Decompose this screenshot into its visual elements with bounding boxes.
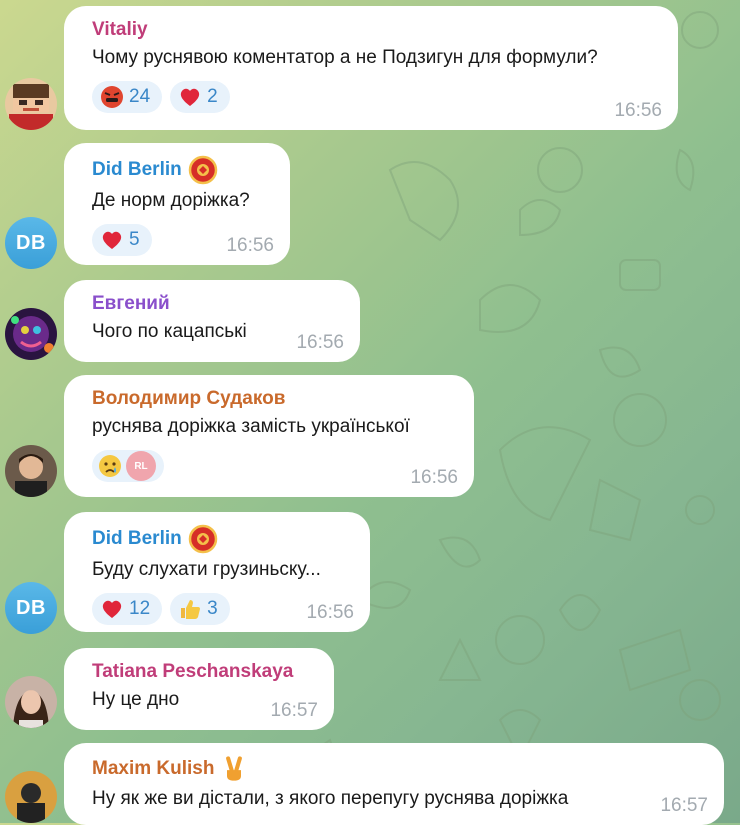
message-text: Ну як же ви дістали, з якого перепугу ру…	[92, 788, 569, 809]
message-bubble: Володимир Судаков руснява доріжка заміст…	[64, 375, 474, 497]
angry-face-icon	[101, 86, 123, 108]
avatar[interactable]: DB	[5, 217, 57, 269]
message-text: Чому руснявою коментатор а не Подзигун д…	[92, 47, 598, 68]
reaction-crying[interactable]: RL	[92, 450, 164, 482]
thumbs-up-icon	[181, 600, 201, 619]
message-bubble: Tatiana Peschanskaya Ну це дно 16:57	[64, 648, 334, 730]
reaction-list: RL	[92, 450, 458, 482]
reaction-heart[interactable]: 12	[92, 593, 163, 625]
avatar[interactable]	[5, 676, 57, 728]
reaction-heart[interactable]: 2	[170, 81, 230, 113]
avatar[interactable]	[5, 308, 57, 360]
message-time: 16:56	[296, 332, 344, 353]
message-time: 16:56	[226, 235, 274, 256]
sender-name[interactable]: Maxim Kulish	[92, 755, 708, 783]
reaction-count: 2	[207, 86, 218, 107]
reaction-list: 24 2	[92, 81, 662, 113]
message-time: 16:57	[270, 700, 318, 721]
avatar[interactable]	[5, 78, 57, 130]
victory-hand-icon	[226, 756, 243, 781]
sender-name[interactable]: Tatiana Peschanskaya	[92, 660, 318, 684]
message-bubble: Vitaliy Чому руснявою коментатор а не По…	[64, 6, 678, 130]
avatar[interactable]	[5, 445, 57, 497]
message-text: Де норм доріжка?	[92, 190, 250, 211]
message-bubble: Maxim Kulish Ну як же ви дістали, з яког…	[64, 743, 724, 825]
message-time: 16:56	[306, 602, 354, 623]
avatar[interactable]	[5, 771, 57, 823]
reaction-count: 24	[129, 86, 151, 107]
reaction-count: 5	[129, 229, 140, 250]
sender-name[interactable]: Vitaliy	[92, 18, 662, 42]
reaction-count: 3	[207, 598, 218, 619]
sender-name[interactable]: Евгений	[92, 292, 344, 316]
red-heart-icon	[102, 231, 122, 249]
reaction-angry[interactable]: 24	[92, 81, 163, 113]
message-bubble: Did Berlin Буду слухати грузиньску... 12	[64, 512, 370, 632]
reactor-avatar: RL	[126, 451, 156, 481]
sender-name[interactable]: Did Berlin	[92, 155, 274, 185]
club-badge-icon	[188, 524, 217, 554]
message-bubble: Евгений Чого по кацапські 16:56	[64, 280, 360, 362]
sender-name[interactable]: Did Berlin	[92, 524, 354, 554]
crying-face-icon	[99, 455, 121, 477]
red-heart-icon	[102, 600, 122, 618]
club-badge-icon	[188, 155, 217, 185]
message-time: 16:57	[660, 795, 708, 816]
avatar[interactable]: DB	[5, 582, 57, 634]
red-heart-icon	[180, 88, 200, 106]
message-text: Буду слухати грузиньску...	[92, 559, 321, 580]
reaction-count: 12	[129, 598, 151, 619]
sender-name[interactable]: Володимир Судаков	[92, 387, 458, 411]
message-text: руснява доріжка замість української	[92, 416, 410, 437]
message-time: 16:56	[410, 467, 458, 488]
message-time: 16:56	[614, 100, 662, 121]
reaction-thumbs-up[interactable]: 3	[170, 593, 230, 625]
message-bubble: Did Berlin Де норм доріжка? 5 16:56	[64, 143, 290, 265]
reaction-heart[interactable]: 5	[92, 224, 152, 256]
